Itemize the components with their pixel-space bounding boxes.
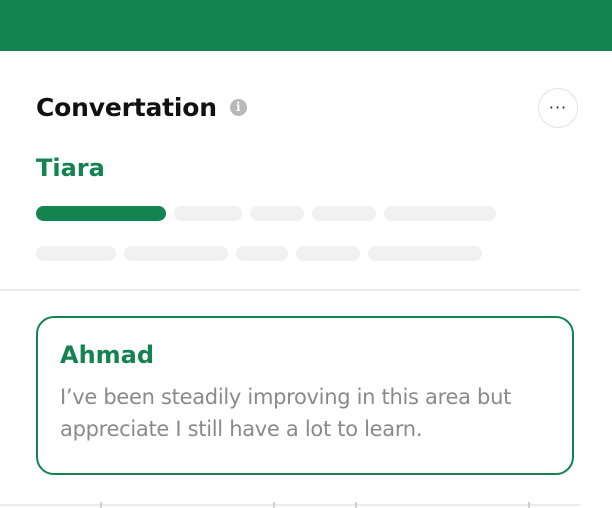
placeholder-bar — [312, 206, 376, 221]
placeholder-bar — [174, 206, 242, 221]
placeholder-bar — [236, 246, 288, 261]
current-speaker-name: Tiara — [36, 154, 105, 182]
timeline-tick — [355, 502, 357, 508]
placeholder-bar — [368, 246, 482, 261]
timeline-tick — [528, 502, 530, 508]
panel-title: Convertation — [36, 92, 217, 122]
placeholder-bar — [124, 246, 228, 261]
conversation-panel: Convertation i ··· Tiara Ahmad I’ve been… — [0, 51, 580, 508]
more-horizontal-icon: ··· — [548, 98, 568, 117]
info-icon[interactable]: i — [229, 98, 247, 116]
message-speaker-name: Ahmad — [60, 341, 155, 369]
placeholder-bar — [36, 246, 116, 261]
message-card[interactable]: Ahmad I’ve been steadily improving in th… — [36, 316, 574, 475]
more-options-button[interactable]: ··· — [538, 88, 578, 128]
section-divider — [0, 289, 580, 291]
progress-segment-active — [36, 206, 166, 221]
panel-header: Convertation i — [36, 89, 580, 125]
placeholder-bar — [384, 206, 496, 221]
timeline-tick — [273, 502, 275, 508]
placeholder-bar — [296, 246, 360, 261]
timeline-tick — [100, 502, 102, 508]
bottom-divider — [0, 504, 580, 506]
message-text: I’ve been steadily improving in this are… — [60, 385, 512, 441]
placeholder-bar — [250, 206, 304, 221]
top-bar — [0, 0, 612, 51]
